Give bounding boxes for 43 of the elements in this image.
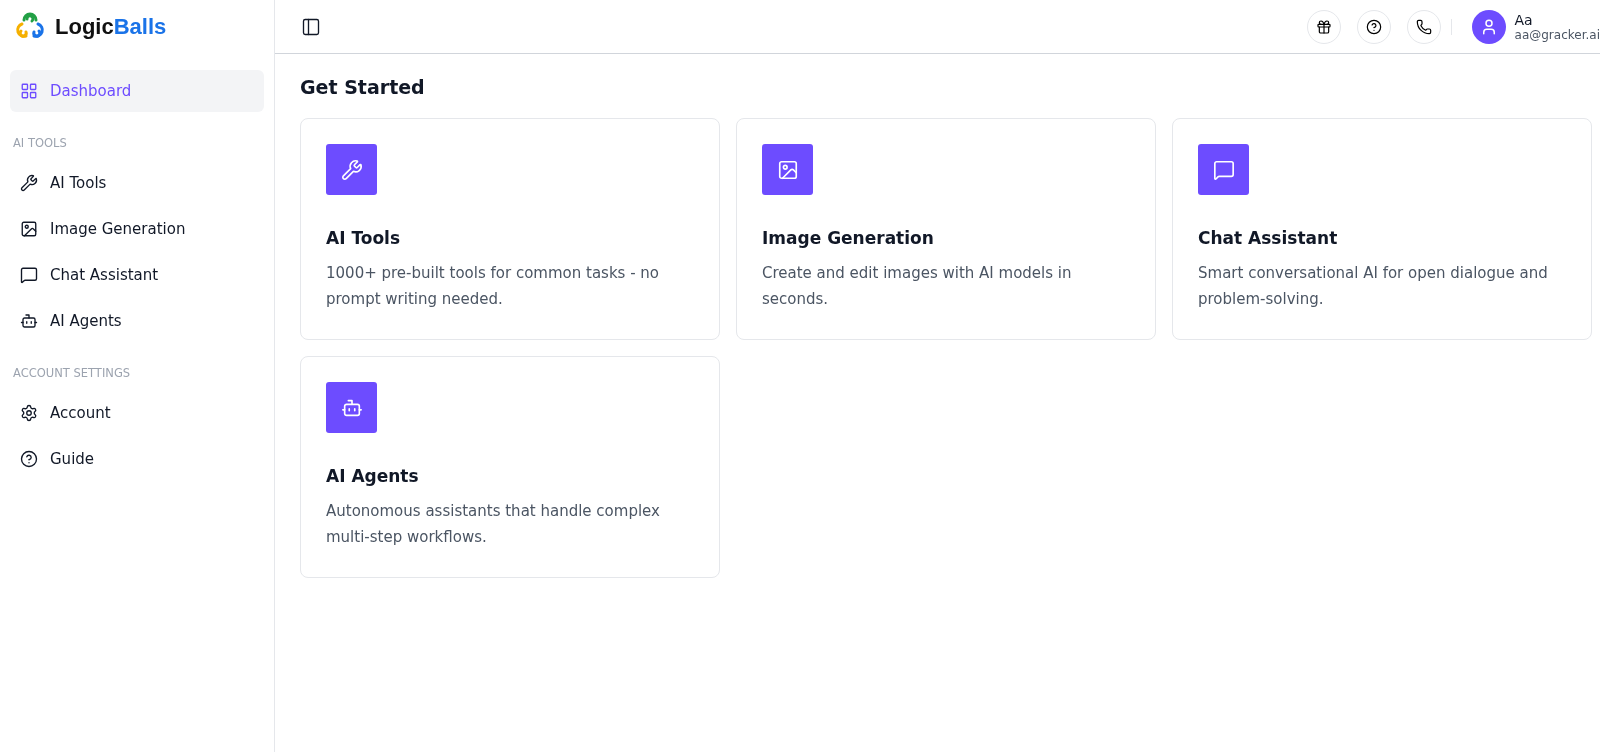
card-title: AI Tools bbox=[326, 228, 402, 248]
feature-card[interactable]: Image Generation Create and edit images with AI models in seconds. bbox=[736, 118, 1156, 340]
user-name: Aa bbox=[1514, 11, 1534, 28]
sidebar-item[interactable]: Chat Assistant bbox=[10, 254, 264, 296]
phone-icon bbox=[1415, 18, 1432, 35]
grid-icon bbox=[20, 82, 38, 100]
sidebar-item[interactable]: AI Agents bbox=[10, 300, 264, 342]
section-heading: ACCOUNT SETTINGS bbox=[12, 366, 132, 380]
chat-bubble-icon bbox=[20, 266, 38, 284]
page-title: Get Started bbox=[300, 76, 426, 98]
gift-button[interactable] bbox=[1306, 9, 1341, 44]
help-icon bbox=[20, 450, 38, 468]
card-title: AI Agents bbox=[326, 466, 420, 486]
wrench-icon bbox=[20, 174, 38, 192]
help-button[interactable] bbox=[1356, 9, 1391, 44]
section-heading: AI TOOLS bbox=[12, 136, 68, 150]
image-icon bbox=[776, 158, 799, 181]
sidebar-item[interactable]: AI Tools bbox=[10, 162, 264, 204]
help-icon bbox=[1365, 18, 1382, 35]
gift-icon bbox=[1315, 18, 1332, 35]
user-email: aa@gracker.ai bbox=[1514, 27, 1600, 42]
sidebar-item[interactable]: Guide bbox=[10, 438, 264, 480]
card-description: Create and edit images with AI models in seconds. bbox=[762, 263, 1073, 310]
card-title: Chat Assistant bbox=[1198, 228, 1339, 248]
sidebar-item[interactable]: Image Generation bbox=[10, 208, 264, 250]
phone-button[interactable] bbox=[1406, 9, 1441, 44]
card-title: Image Generation bbox=[762, 228, 935, 248]
robot-icon bbox=[20, 312, 38, 330]
sidebar-item[interactable]: Account bbox=[10, 392, 264, 434]
wrench-icon bbox=[340, 158, 363, 181]
logo-text: LogicBalls bbox=[55, 14, 167, 40]
chat-bubble-icon bbox=[1212, 158, 1235, 181]
card-description: 1000+ pre-built tools for common tasks - no prompt writing needed. bbox=[326, 263, 661, 310]
image-icon bbox=[20, 220, 38, 238]
card-description: Autonomous assistants that handle complex multi-step workflows. bbox=[326, 501, 661, 548]
feature-card[interactable]: AI Agents Autonomous assistants that handle complex multi-step workflows. bbox=[300, 356, 720, 578]
settings-icon bbox=[20, 404, 38, 422]
card-description: Smart conversational AI for open dialogue and problem-solving. bbox=[1198, 263, 1549, 310]
sidebar-toggle-button[interactable] bbox=[301, 16, 321, 37]
avatar[interactable] bbox=[1471, 9, 1506, 44]
sidebar-item[interactable]: Dashboard bbox=[10, 70, 264, 112]
feature-card[interactable]: AI Tools 1000+ pre-built tools for common tasks - no prompt writing needed. bbox=[300, 118, 720, 340]
feature-card[interactable]: Chat Assistant Smart conversational AI for open dialogue and problem-solving. bbox=[1172, 118, 1592, 340]
